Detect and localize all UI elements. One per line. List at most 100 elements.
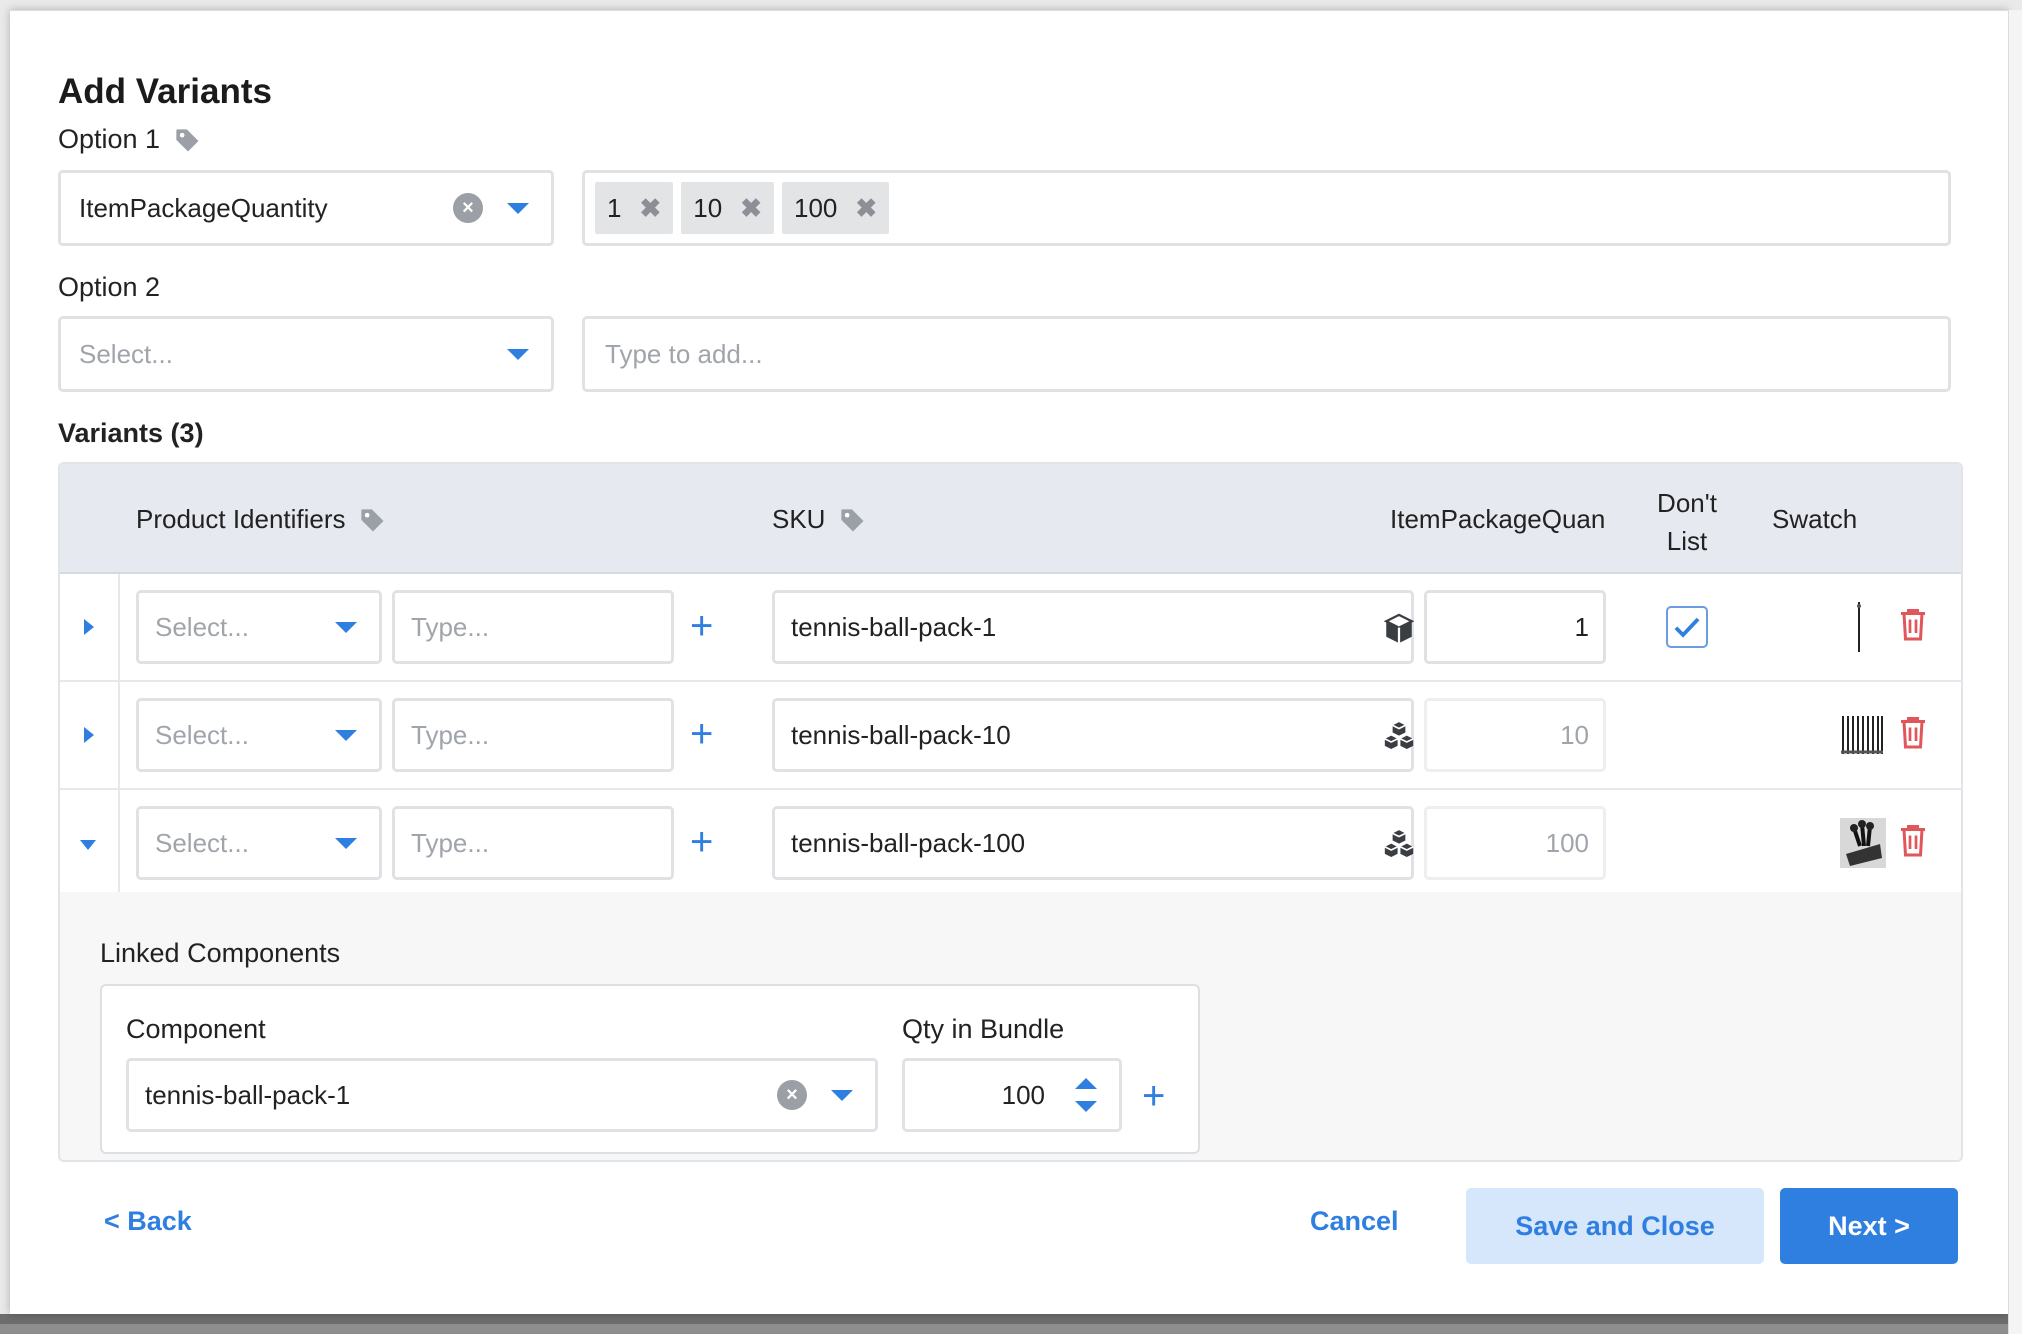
option1-select[interactable]: ItemPackageQuantity × — [58, 170, 554, 246]
sku-value: tennis-ball-pack-100 — [791, 827, 1026, 858]
chevron-down-icon[interactable] — [335, 729, 357, 741]
chevron-down-icon[interactable] — [335, 621, 357, 633]
identifier-value-input[interactable]: Type... — [392, 698, 674, 772]
trash-icon[interactable] — [1898, 606, 1928, 642]
tag-icon — [175, 129, 199, 152]
back-link[interactable]: < Back — [104, 1206, 192, 1237]
tag-icon — [361, 509, 384, 532]
plus-icon[interactable]: + — [1142, 1076, 1165, 1116]
option2-select[interactable]: Select... — [58, 316, 554, 392]
save-and-close-button[interactable]: Save and Close — [1466, 1188, 1764, 1264]
stepper-arrows[interactable] — [1075, 1078, 1097, 1112]
plus-icon[interactable]: + — [690, 822, 713, 862]
option1-values-input[interactable]: 1 ✖ 10 ✖ 100 ✖ — [582, 170, 1951, 246]
component-selected-value: tennis-ball-pack-1 — [145, 1079, 351, 1110]
chevron-down-icon[interactable] — [335, 837, 357, 849]
caret-right-icon[interactable] — [84, 619, 94, 635]
cube-icon — [1383, 613, 1415, 644]
close-icon[interactable]: ✖ — [740, 193, 762, 224]
chevron-down-icon[interactable] — [831, 1089, 853, 1101]
trash-icon[interactable] — [1898, 822, 1928, 858]
chevron-down-icon[interactable] — [507, 348, 529, 360]
variants-table: Product Identifiers SKU ItemPackageQuan … — [58, 462, 1963, 1162]
sku-input[interactable]: tennis-ball-pack-100 — [772, 806, 1414, 880]
swatch-image[interactable] — [1840, 712, 1884, 758]
item-package-quantity-input[interactable]: 1 — [1424, 590, 1606, 664]
arrow-up-icon[interactable] — [1075, 1078, 1097, 1089]
option2-values-placeholder: Type to add... — [605, 338, 763, 369]
chevron-down-icon[interactable] — [80, 840, 96, 850]
tag-icon — [841, 509, 864, 532]
column-sku: SKU — [772, 504, 867, 535]
modal-title: Add Variants — [58, 72, 272, 111]
arrow-down-icon[interactable] — [1075, 1101, 1097, 1112]
identifier-type-placeholder: Select... — [155, 719, 249, 750]
plus-icon[interactable]: + — [690, 714, 713, 754]
row-expander[interactable] — [60, 682, 120, 788]
chip-label: 1 — [607, 192, 622, 223]
cancel-link[interactable]: Cancel — [1310, 1206, 1399, 1237]
trash-icon[interactable] — [1898, 714, 1928, 750]
identifier-value-input[interactable]: Type... — [392, 806, 674, 880]
linked-components-panel: Linked Components Component Qty in Bundl… — [60, 892, 1961, 1160]
column-swatch: Swatch — [1772, 504, 1858, 534]
sku-value: tennis-ball-pack-1 — [791, 611, 997, 642]
qty-in-bundle-stepper[interactable]: 100 — [902, 1058, 1122, 1132]
item-package-quantity-value: 100 — [1545, 827, 1589, 858]
identifier-value-placeholder: Type... — [411, 719, 490, 750]
chip-label: 100 — [793, 192, 838, 223]
cubes-icon — [1384, 830, 1414, 858]
identifier-value-placeholder: Type... — [411, 611, 490, 642]
qty-in-bundle-label: Qty in Bundle — [902, 1014, 1065, 1044]
item-package-quantity-input[interactable]: 100 — [1424, 806, 1606, 880]
swatch-image[interactable] — [1852, 600, 1866, 654]
table-row: Select... Type... + tennis-ball-pack-1 1 — [60, 574, 1961, 682]
close-icon[interactable]: × — [777, 1080, 807, 1110]
linked-component-card: Component Qty in Bundle tennis-ball-pack… — [100, 984, 1200, 1154]
item-package-quantity-value: 1 — [1574, 611, 1589, 642]
sku-value: tennis-ball-pack-10 — [791, 719, 1011, 750]
modal-top-divider — [10, 10, 2008, 11]
column-sku-label: SKU — [772, 504, 826, 534]
identifier-type-select[interactable]: Select... — [136, 590, 382, 664]
swatch-image[interactable] — [1840, 818, 1886, 868]
row-expander[interactable] — [60, 574, 120, 680]
linked-components-heading: Linked Components — [100, 938, 341, 968]
row-expander[interactable] — [60, 790, 120, 896]
option1-value-chip: 100 ✖ — [781, 182, 890, 234]
variants-heading: Variants (3) — [58, 418, 204, 448]
component-select[interactable]: tennis-ball-pack-1 × — [126, 1058, 878, 1132]
item-package-quantity-value: 10 — [1560, 719, 1589, 750]
identifier-type-select[interactable]: Select... — [136, 806, 382, 880]
identifier-type-select[interactable]: Select... — [136, 698, 382, 772]
component-label: Component — [126, 1014, 266, 1044]
close-icon[interactable]: × — [453, 193, 483, 223]
identifier-value-placeholder: Type... — [411, 827, 490, 858]
caret-right-icon[interactable] — [84, 727, 94, 743]
identifier-value-input[interactable]: Type... — [392, 590, 674, 664]
column-product-identifiers-label: Product Identifiers — [136, 504, 346, 534]
next-button[interactable]: Next > — [1780, 1188, 1958, 1264]
close-icon[interactable]: ✖ — [855, 193, 877, 224]
option2-values-input[interactable]: Type to add... — [582, 316, 1951, 392]
option2-label: Option 2 — [58, 272, 161, 302]
sku-input[interactable]: tennis-ball-pack-1 — [772, 590, 1414, 664]
option1-selected-value: ItemPackageQuantity — [79, 192, 328, 223]
modal-edge-strip — [2008, 10, 2022, 1334]
chip-label: 10 — [693, 192, 723, 223]
column-item-package-quantity: ItemPackageQuan — [1390, 504, 1606, 534]
plus-icon[interactable]: + — [690, 606, 713, 646]
close-icon[interactable]: ✖ — [639, 193, 661, 224]
item-package-quantity-input[interactable]: 10 — [1424, 698, 1606, 772]
option2-select-placeholder: Select... — [79, 338, 173, 369]
variants-table-header: Product Identifiers SKU ItemPackageQuan … — [60, 464, 1961, 574]
sku-input[interactable]: tennis-ball-pack-10 — [772, 698, 1414, 772]
option1-value-chip: 1 ✖ — [595, 182, 674, 234]
table-row: Select... Type... + tennis-ball-pack-10 … — [60, 682, 1961, 790]
dont-list-checkbox[interactable] — [1666, 606, 1708, 648]
add-variants-modal: Add Variants Option 1 ItemPackageQuantit… — [10, 10, 2022, 1334]
backdrop-footer-strip — [0, 1314, 2022, 1324]
chevron-down-icon[interactable] — [507, 202, 529, 214]
identifier-type-placeholder: Select... — [155, 611, 249, 642]
column-dont-list: Don't List — [1632, 484, 1742, 560]
